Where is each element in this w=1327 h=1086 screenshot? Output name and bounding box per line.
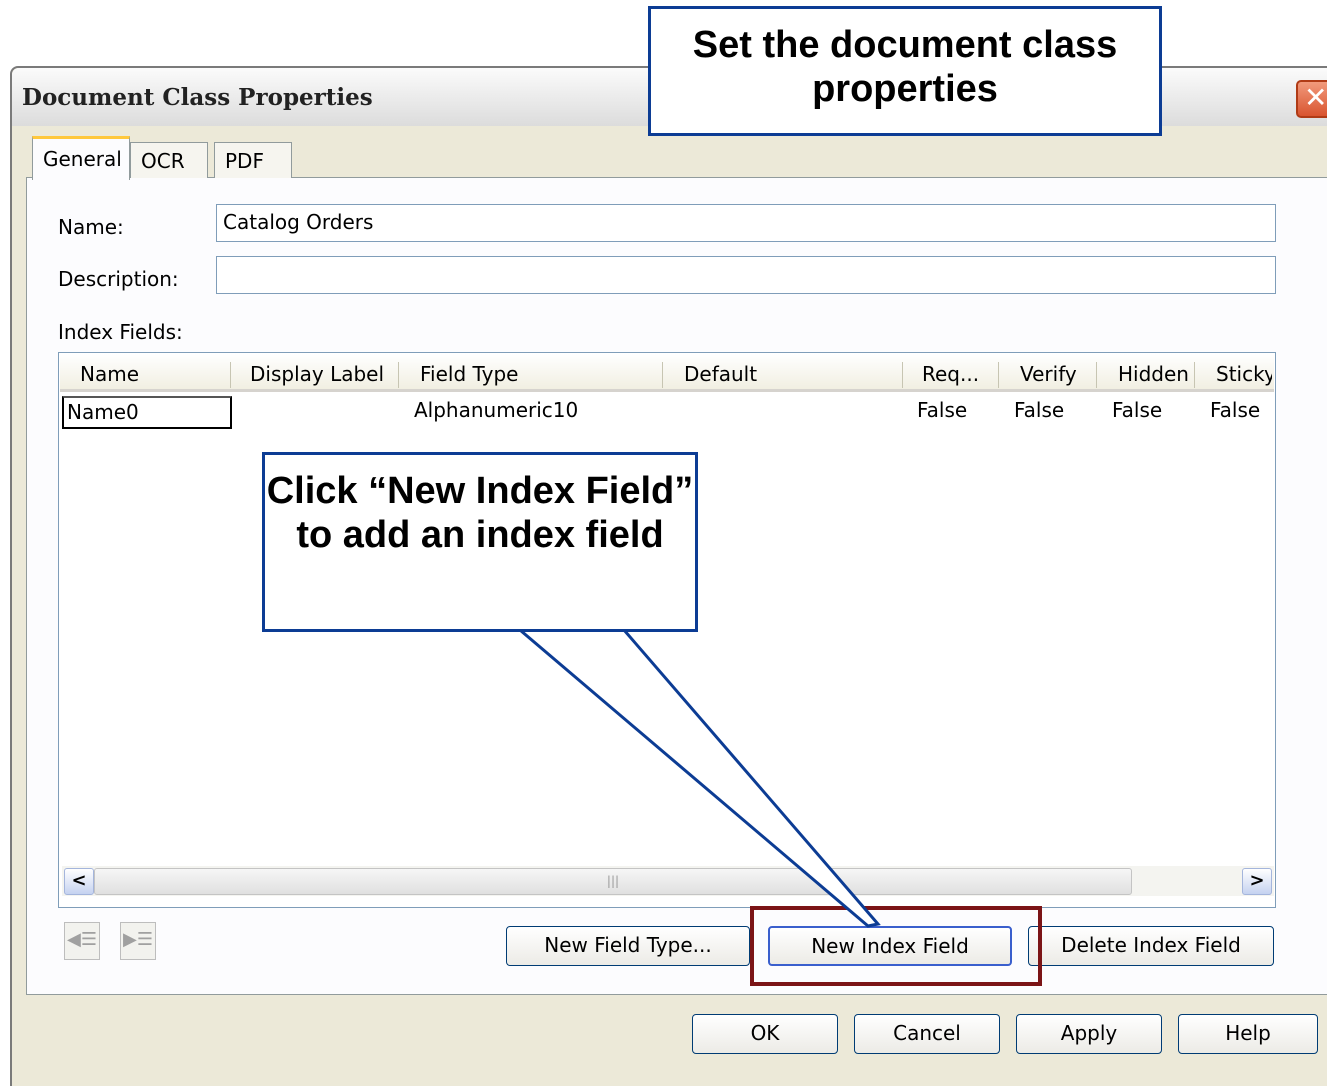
callout-new-index-field: Click “New Index Field” to add an index … bbox=[262, 452, 698, 632]
callout-set-properties: Set the document class properties bbox=[648, 6, 1162, 136]
callout-text: Click “New Index Field” to add an index … bbox=[266, 470, 694, 556]
callout-text: Set the document class properties bbox=[692, 24, 1118, 110]
